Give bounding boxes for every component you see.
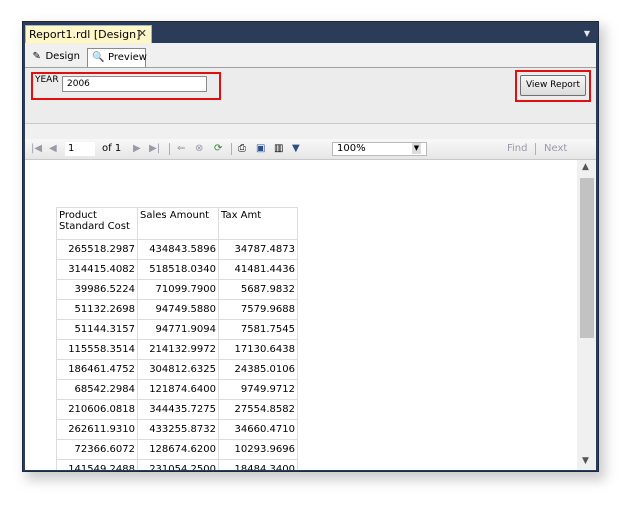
table-cell: 7579.9688 [218, 299, 298, 320]
table-cell: 115558.3514 [56, 339, 138, 360]
table-cell: 344435.7275 [137, 399, 219, 420]
table-row: 186461.4752 304812.6325 24385.0106 [56, 359, 298, 380]
scroll-up-icon[interactable]: ▲ [582, 162, 589, 172]
table-cell: 5687.9832 [218, 279, 298, 300]
previous-page-icon[interactable]: ◀ [49, 143, 57, 155]
document-tab[interactable]: Report1.rdl [Design] ✕ [25, 25, 152, 43]
tab-design-label: Design [45, 51, 80, 62]
next-link[interactable]: Next [544, 143, 567, 155]
vertical-scrollbar[interactable]: ▲ ▼ [578, 160, 596, 470]
table-cell: 9749.9712 [218, 379, 298, 400]
preview-icon: 🔍 [92, 52, 105, 63]
table-cell: 34787.4873 [218, 239, 298, 260]
report-canvas: Product Standard Cost Sales Amount Tax A… [25, 160, 577, 470]
close-icon[interactable]: ✕ [138, 27, 147, 40]
table-cell: 18484.3400 [218, 459, 298, 470]
table-cell: 214132.9972 [137, 339, 219, 360]
year-input[interactable]: 2006 [62, 76, 207, 92]
table-row: 210606.0818 344435.7275 27554.8582 [56, 399, 298, 420]
table-cell: 518518.0340 [137, 259, 219, 280]
table-cell: 24385.0106 [218, 359, 298, 380]
scroll-down-icon[interactable]: ▼ [582, 456, 589, 466]
tab-preview[interactable]: 🔍 Preview [87, 48, 147, 67]
design-icon: ✎ [32, 51, 41, 62]
table-row: 72366.6072 128674.6200 10293.9696 [56, 439, 298, 460]
table-row: 68542.2984 121874.6400 9749.9712 [56, 379, 298, 400]
next-page-icon[interactable]: ▶ [133, 143, 141, 155]
table-cell: 141549.2488 [56, 459, 138, 470]
table-cell: 7581.7545 [218, 319, 298, 340]
print-layout-icon[interactable]: ▣ [256, 143, 265, 155]
table-cell: 72366.6072 [56, 439, 138, 460]
table-cell: 71099.7900 [137, 279, 219, 300]
table-cell: 68542.2984 [56, 379, 138, 400]
table-cell: 34660.4710 [218, 419, 298, 440]
table-row: 115558.3514 214132.9972 17130.6438 [56, 339, 298, 360]
column-header: Product Standard Cost [56, 207, 138, 240]
first-page-icon[interactable]: |◀ [31, 143, 42, 155]
table-cell: 434843.5896 [137, 239, 219, 260]
report-designer: ✎ Design 🔍 Preview YEAR 2006 View Report… [25, 43, 596, 470]
table-cell: 41481.4436 [218, 259, 298, 280]
ide-window: Report1.rdl [Design] ✕ ▼ ✎ Design 🔍 Prev… [22, 21, 599, 472]
refresh-icon[interactable]: ⟳ [214, 143, 222, 155]
table-cell: 128674.6200 [137, 439, 219, 460]
page-count-label: of 1 [102, 143, 122, 154]
table-row: 262611.9310 433255.8732 34660.4710 [56, 419, 298, 440]
table-cell: 186461.4752 [56, 359, 138, 380]
table-cell: 265518.2987 [56, 239, 138, 260]
export-icon[interactable]: ▼ [292, 143, 300, 155]
table-row: 265518.2987 434843.5896 34787.4873 [56, 239, 298, 260]
tab-preview-label: Preview [108, 52, 147, 63]
table-cell: 94771.9094 [137, 319, 219, 340]
page-setup-icon[interactable]: ▥ [274, 143, 283, 155]
tab-design[interactable]: ✎ Design [28, 48, 84, 67]
table-row: 314415.4082 518518.0340 41481.4436 [56, 259, 298, 280]
table-cell: 10293.9696 [218, 439, 298, 460]
document-tab-title: Report1.rdl [Design] [29, 28, 141, 41]
year-parameter-label: YEAR [35, 75, 59, 85]
table-cell: 314415.4082 [56, 259, 138, 280]
report-viewer-toolbar: |◀ ◀ 1 of 1 ▶ ▶| ⇐ ⊗ ⟳ ⎙ ▣ ▥ ▼ 100% ▼ Fi… [25, 139, 596, 160]
table-cell: 17130.6438 [218, 339, 298, 360]
stop-icon[interactable]: ⊗ [195, 143, 203, 155]
scrollbar-thumb[interactable] [580, 178, 594, 338]
table-row: 141549.2488 231054.2500 18484.3400 [56, 459, 298, 470]
table-cell: 27554.8582 [218, 399, 298, 420]
table-cell: 231054.2500 [137, 459, 219, 470]
window-menu-dropdown-icon[interactable]: ▼ [584, 29, 590, 38]
table-cell: 39986.5224 [56, 279, 138, 300]
column-header: Sales Amount [137, 207, 219, 240]
table-cell: 433255.8732 [137, 419, 219, 440]
report-table: Product Standard Cost Sales Amount Tax A… [56, 207, 298, 470]
column-header: Tax Amt [218, 207, 298, 240]
table-row: 51132.2698 94749.5880 7579.9688 [56, 299, 298, 320]
view-tabstrip: ✎ Design 🔍 Preview [25, 43, 596, 68]
table-cell: 51132.2698 [56, 299, 138, 320]
table-cell: 262611.9310 [56, 419, 138, 440]
table-cell: 121874.6400 [137, 379, 219, 400]
current-page-input[interactable]: 1 [65, 142, 95, 156]
chevron-down-icon[interactable]: ▼ [412, 143, 421, 154]
find-link[interactable]: Find [507, 143, 528, 155]
print-icon[interactable]: ⎙ [238, 143, 246, 155]
parameter-area: YEAR 2006 View Report [25, 68, 596, 144]
table-cell: 51144.3157 [56, 319, 138, 340]
table-row: 51144.3157 94771.9094 7581.7545 [56, 319, 298, 340]
table-cell: 210606.0818 [56, 399, 138, 420]
back-icon[interactable]: ⇐ [177, 143, 185, 155]
table-row: 39986.5224 71099.7900 5687.9832 [56, 279, 298, 300]
last-page-icon[interactable]: ▶| [149, 143, 160, 155]
table-cell: 94749.5880 [137, 299, 219, 320]
view-report-button[interactable]: View Report [520, 75, 586, 96]
table-cell: 304812.6325 [137, 359, 219, 380]
table-header-row: Product Standard Cost Sales Amount Tax A… [56, 207, 298, 240]
